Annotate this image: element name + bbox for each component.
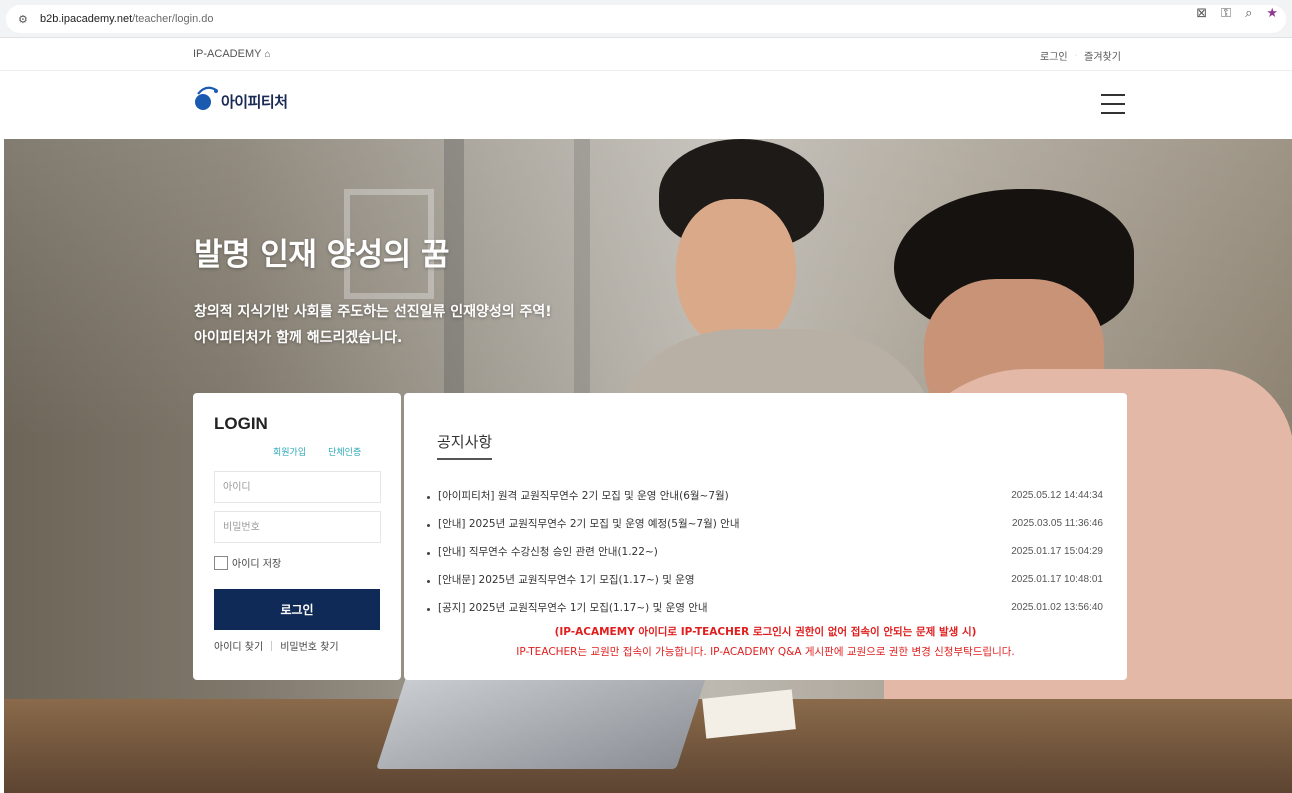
login-title: LOGIN xyxy=(214,414,268,433)
signup-link[interactable]: 회원가입 xyxy=(273,445,306,458)
notice-title: 공지사항 xyxy=(437,431,493,460)
browser-actions: ⊠ ⚿ ⌕ ★ xyxy=(1196,6,1278,21)
password-input[interactable] xyxy=(214,511,381,543)
group-auth-link[interactable]: 단체인증 xyxy=(328,445,361,458)
site-logo[interactable]: 아이피티처 xyxy=(192,84,288,112)
address-bar[interactable]: ⚙ b2b.ipacademy.net/teacher/login.do xyxy=(6,5,1286,33)
bullet-icon xyxy=(427,523,430,527)
divider xyxy=(271,640,273,651)
save-id-option[interactable]: 아이디 저장 xyxy=(214,555,281,570)
hero-person-face xyxy=(676,199,796,349)
notice-warning-text: IP-TEACHER는 교원만 접속이 가능합니다. IP-ACADEMY Q&… xyxy=(516,646,1015,658)
login-panel: LOGIN 회원가입 단체인증 아이디 저장 로그인 아이디 찾기 비밀번호 찾… xyxy=(193,393,401,680)
login-link[interactable]: 로그인 xyxy=(1040,48,1068,63)
notice-item-title[interactable]: [아이피티처] 원격 교원직무연수 2기 모집 및 운영 안내(6월~7월) xyxy=(438,488,729,503)
notice-item[interactable]: [공지] 2025년 교원직무연수 1기 모집(1.17~) 및 운영 안내 2… xyxy=(427,593,1103,621)
hero-subtitle-line: 창의적 지식기반 사회를 주도하는 선진일류 인재양성의 주역! xyxy=(194,304,552,320)
brand-name: IP-ACADEMY xyxy=(193,48,262,60)
find-account-links: 아이디 찾기 비밀번호 찾기 xyxy=(214,638,339,653)
notice-item-title[interactable]: [공지] 2025년 교원직무연수 1기 모집(1.17~) 및 운영 안내 xyxy=(438,600,708,615)
hero-title: 발명 인재 양성의 꿈 xyxy=(194,237,450,273)
notice-item-date: 2025.01.02 13:56:40 xyxy=(1011,601,1103,613)
save-id-label: 아이디 저장 xyxy=(232,559,282,570)
logo-mark-icon xyxy=(192,84,220,112)
bullet-icon xyxy=(427,495,430,499)
find-password-link[interactable]: 비밀번호 찾기 xyxy=(280,638,338,653)
notice-item-title[interactable]: [안내문] 2025년 교원직무연수 1기 모집(1.17~) 및 운영 xyxy=(438,572,695,587)
bullet-icon xyxy=(427,607,430,611)
notice-item-date: 2025.01.17 10:48:01 xyxy=(1011,573,1103,585)
home-icon: ⌂ xyxy=(264,49,271,60)
login-aux-links: 회원가입 단체인증 xyxy=(273,445,361,458)
notice-item-title[interactable]: [안내] 2025년 교원직무연수 2기 모집 및 운영 예정(5월~7월) 안… xyxy=(438,516,740,531)
login-button[interactable]: 로그인 xyxy=(214,589,380,630)
bookmark-star-icon[interactable]: ★ xyxy=(1266,6,1278,21)
id-input[interactable] xyxy=(214,471,381,503)
browser-toolbar: ⚙ b2b.ipacademy.net/teacher/login.do ⊠ ⚿… xyxy=(0,0,1292,38)
notice-item-date: 2025.01.17 15:04:29 xyxy=(1011,545,1103,557)
home-link[interactable]: IP-ACADEMY ⌂ xyxy=(193,48,271,60)
camera-off-icon[interactable]: ⊠ xyxy=(1196,6,1207,21)
notice-item[interactable]: [안내문] 2025년 교원직무연수 1기 모집(1.17~) 및 운영 202… xyxy=(427,565,1103,593)
zoom-icon[interactable]: ⌕ xyxy=(1245,6,1252,21)
password-key-icon[interactable]: ⚿ xyxy=(1221,6,1231,21)
notice-warning-heading: (IP-ACAMEMY 아이디로 IP-TEACHER 로그인시 권한이 없어 … xyxy=(554,626,977,638)
bullet-icon xyxy=(427,579,430,583)
divider: · xyxy=(1074,51,1078,60)
url-text: b2b.ipacademy.net/teacher/login.do xyxy=(40,13,213,25)
logo-text: 아이피티처 xyxy=(221,93,288,111)
notice-item[interactable]: [아이피티처] 원격 교원직무연수 2기 모집 및 운영 안내(6월~7월) 2… xyxy=(427,481,1103,509)
notice-item-date: 2025.05.12 14:44:34 xyxy=(1011,489,1103,501)
save-id-checkbox[interactable] xyxy=(214,555,228,570)
find-id-link[interactable]: 아이디 찾기 xyxy=(214,638,263,653)
site-info-icon[interactable]: ⚙ xyxy=(18,13,34,26)
notice-item[interactable]: [안내] 직무연수 수강신청 승인 관련 안내(1.22~) 2025.01.1… xyxy=(427,537,1103,565)
bullet-icon xyxy=(427,551,430,555)
url-path: /teacher/login.do xyxy=(132,13,214,25)
notice-item-date: 2025.03.05 11:36:46 xyxy=(1011,517,1103,529)
favorite-link[interactable]: 즐겨찾기 xyxy=(1084,48,1121,63)
hero-subtitle-line: 아이피티처가 함께 해드리겠습니다. xyxy=(194,330,403,346)
menu-hamburger-icon[interactable] xyxy=(1101,94,1125,114)
notice-list: [아이피티처] 원격 교원직무연수 2기 모집 및 운영 안내(6월~7월) 2… xyxy=(427,481,1103,621)
notice-panel: 공지사항 [아이피티처] 원격 교원직무연수 2기 모집 및 운영 안내(6월~… xyxy=(404,393,1127,680)
top-utility-nav: IP-ACADEMY ⌂ 로그인 · 즐겨찾기 xyxy=(0,38,1292,71)
url-domain: b2b.ipacademy.net xyxy=(40,13,133,25)
hero-subtitle: 창의적 지식기반 사회를 주도하는 선진일류 인재양성의 주역! 아이피티처가 … xyxy=(194,299,552,351)
notice-item[interactable]: [안내] 2025년 교원직무연수 2기 모집 및 운영 예정(5월~7월) 안… xyxy=(427,509,1103,537)
utility-links: 로그인 · 즐겨찾기 xyxy=(1040,48,1121,63)
site-header: 아이피티처 xyxy=(0,72,1292,139)
notice-item-title[interactable]: [안내] 직무연수 수강신청 승인 관련 안내(1.22~) xyxy=(438,544,658,559)
